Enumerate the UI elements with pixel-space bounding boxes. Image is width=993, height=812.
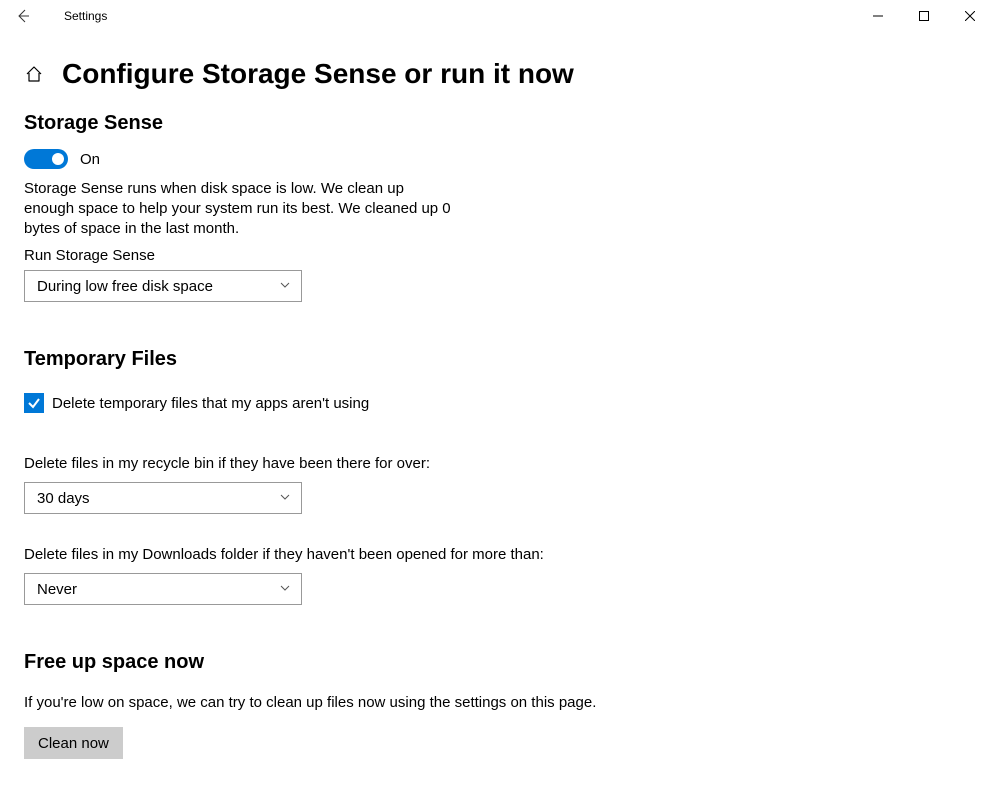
recycle-bin-value: 30 days (37, 490, 90, 507)
recycle-bin-combo[interactable]: 30 days (24, 482, 302, 514)
close-icon (965, 11, 975, 21)
chevron-down-icon (279, 278, 291, 295)
page-header: Configure Storage Sense or run it now (24, 58, 969, 90)
content-area: Configure Storage Sense or run it now St… (0, 32, 993, 759)
checkmark-icon (27, 396, 41, 410)
storage-sense-toggle-row: On (24, 149, 969, 169)
run-storage-sense-value: During low free disk space (37, 278, 213, 295)
delete-temp-row: Delete temporary files that my apps aren… (24, 393, 969, 413)
downloads-combo[interactable]: Never (24, 573, 302, 605)
delete-temp-checkbox[interactable] (24, 393, 44, 413)
maximize-button[interactable] (901, 0, 947, 32)
delete-temp-label: Delete temporary files that my apps aren… (52, 395, 369, 412)
free-up-description: If you're low on space, we can try to cl… (24, 694, 969, 711)
page-title: Configure Storage Sense or run it now (62, 58, 574, 90)
chevron-down-icon (279, 490, 291, 507)
minimize-button[interactable] (855, 0, 901, 32)
titlebar: Settings (0, 0, 993, 32)
home-icon-svg (25, 65, 43, 83)
back-button[interactable] (0, 0, 46, 32)
free-up-heading: Free up space now (24, 651, 969, 674)
close-button[interactable] (947, 0, 993, 32)
downloads-label: Delete files in my Downloads folder if t… (24, 546, 969, 563)
minimize-icon (873, 11, 883, 21)
run-storage-sense-combo[interactable]: During low free disk space (24, 270, 302, 302)
run-storage-sense-label: Run Storage Sense (24, 247, 969, 264)
clean-now-button[interactable]: Clean now (24, 727, 123, 759)
temporary-files-heading: Temporary Files (24, 348, 969, 371)
storage-sense-heading: Storage Sense (24, 112, 969, 135)
maximize-icon (919, 11, 929, 21)
back-arrow-icon (15, 8, 31, 24)
storage-sense-description: Storage Sense runs when disk space is lo… (24, 179, 454, 239)
app-title: Settings (46, 9, 107, 23)
toggle-knob (52, 153, 64, 165)
recycle-bin-label: Delete files in my recycle bin if they h… (24, 455, 969, 472)
storage-sense-toggle-state: On (80, 151, 100, 168)
chevron-down-icon (279, 581, 291, 598)
window-controls (855, 0, 993, 32)
home-icon[interactable] (24, 64, 44, 84)
downloads-value: Never (37, 581, 77, 598)
storage-sense-toggle[interactable] (24, 149, 68, 169)
